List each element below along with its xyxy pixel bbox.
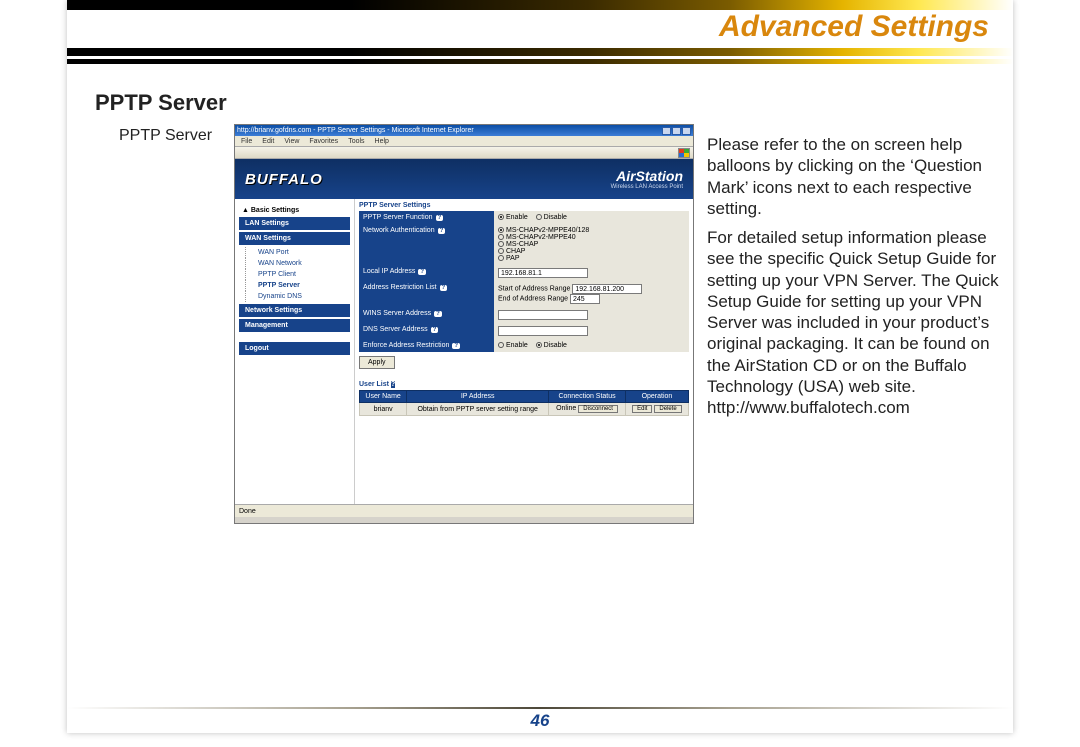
cell-status: Online Disconnect [549, 403, 626, 416]
help-icon[interactable]: ? [418, 269, 426, 275]
windows-flag-icon [678, 148, 690, 158]
sidebar-item-network[interactable]: Network Settings [239, 304, 350, 317]
section-heading: PPTP Server [95, 90, 227, 116]
product-title: AirStation [611, 168, 683, 184]
apply-button[interactable]: Apply [359, 356, 395, 369]
sidebar-heading[interactable]: ▲ Basic Settings [242, 207, 350, 214]
table-row: brianv Obtain from PPTP server setting r… [360, 403, 689, 416]
row-label-enforce: Enforce Address Restriction? [359, 339, 494, 352]
help-icon[interactable]: ? [434, 311, 442, 317]
input-local-ip[interactable] [498, 268, 588, 278]
page-number: 46 [67, 711, 1013, 731]
menu-bar: File Edit View Favorites Tools Help [235, 136, 693, 147]
router-content: ▲ Basic Settings LAN Settings WAN Settin… [235, 199, 693, 504]
settings-table: PPTP Server Function? Enable Disable Net… [359, 211, 689, 352]
cell-username: brianv [360, 403, 407, 416]
row-value-auth: MS-CHAPv2-MPPE40/128 MS-CHAPv2-MPPE40 MS… [494, 224, 689, 265]
radio-auth-3[interactable] [498, 241, 504, 247]
sidebar-item-lan[interactable]: LAN Settings [239, 217, 350, 230]
radio-enable[interactable] [498, 214, 504, 220]
window-titlebar: http://brianv.gofdns.com - PPTP Server S… [235, 125, 693, 136]
help-icon[interactable]: ? [431, 327, 439, 333]
menu-item[interactable]: File [241, 138, 252, 145]
radio-disable[interactable] [536, 214, 542, 220]
menu-item[interactable]: Edit [262, 138, 274, 145]
help-icon[interactable]: ? [440, 285, 448, 291]
row-value-restrict: Start of Address Range End of Address Ra… [494, 281, 689, 307]
browser-statusbar: Done [235, 504, 693, 517]
input-start-range[interactable] [572, 284, 642, 294]
sidebar-sub-dynamic-dns[interactable]: Dynamic DNS [245, 291, 350, 302]
window-buttons [662, 127, 691, 135]
menu-item[interactable]: Tools [348, 138, 364, 145]
radio-enforce-disable[interactable] [536, 342, 542, 348]
status-text: Done [239, 508, 256, 515]
radio-auth-1[interactable] [498, 227, 504, 233]
menu-item[interactable]: View [284, 138, 299, 145]
manual-page: Advanced Settings PPTP Server PPTP Serve… [67, 0, 1013, 733]
col-ip: IP Address [407, 391, 549, 403]
userlist-title: User List ? [359, 381, 689, 388]
row-label-restrict: Address Restriction List? [359, 281, 494, 307]
panel-title: PPTP Server Settings [359, 202, 689, 209]
sidebar-item-wan[interactable]: WAN Settings [239, 232, 350, 245]
disconnect-button[interactable]: Disconnect [578, 405, 618, 413]
sidebar-item-logout[interactable]: Logout [239, 342, 350, 355]
menu-item[interactable]: Help [375, 138, 389, 145]
body-text: Please refer to the on screen help ballo… [707, 134, 1003, 426]
sidebar-sub-pptp-server[interactable]: PPTP Server [245, 280, 350, 291]
product-subtitle: Wireless LAN Access Point [611, 184, 683, 190]
paragraph: For detailed setup information please se… [707, 227, 1003, 418]
radio-enforce-enable[interactable] [498, 342, 504, 348]
decorative-stripe [67, 59, 1013, 64]
router-sidebar: ▲ Basic Settings LAN Settings WAN Settin… [235, 199, 355, 504]
input-dns[interactable] [498, 326, 588, 336]
row-value-function: Enable Disable [494, 211, 689, 224]
radio-auth-2[interactable] [498, 234, 504, 240]
close-button[interactable] [682, 127, 691, 135]
sidebar-sub-wan-port[interactable]: WAN Port [245, 247, 350, 258]
embedded-screenshot: http://brianv.gofdns.com - PPTP Server S… [234, 124, 694, 524]
decorative-stripe [67, 0, 1013, 10]
row-label-function: PPTP Server Function? [359, 211, 494, 224]
help-icon[interactable]: ? [391, 381, 395, 388]
decorative-rule [67, 707, 1013, 709]
row-label-wins: WINS Server Address? [359, 307, 494, 323]
product-name: AirStation Wireless LAN Access Point [611, 168, 683, 190]
user-list-table: User Name IP Address Connection Status O… [359, 390, 689, 416]
paragraph: Please refer to the on screen help ballo… [707, 134, 1003, 219]
help-icon[interactable]: ? [436, 215, 444, 221]
row-label-dns: DNS Server Address? [359, 323, 494, 339]
maximize-button[interactable] [672, 127, 681, 135]
decorative-stripe [67, 48, 1013, 56]
cell-operation: Edit Delete [625, 403, 688, 416]
col-status: Connection Status [549, 391, 626, 403]
menu-item[interactable]: Favorites [309, 138, 338, 145]
input-wins[interactable] [498, 310, 588, 320]
sidebar-item-management[interactable]: Management [239, 319, 350, 332]
delete-button[interactable]: Delete [654, 405, 681, 413]
help-icon[interactable]: ? [452, 343, 460, 349]
minimize-button[interactable] [662, 127, 671, 135]
row-label-auth: Network Authentication? [359, 224, 494, 265]
help-icon[interactable]: ? [438, 228, 446, 234]
cell-ip: Obtain from PPTP server setting range [407, 403, 549, 416]
radio-auth-4[interactable] [498, 248, 504, 254]
col-username: User Name [360, 391, 407, 403]
row-label-localip: Local IP Address? [359, 265, 494, 281]
input-end-range[interactable] [570, 294, 600, 304]
radio-auth-5[interactable] [498, 255, 504, 261]
router-header: BUFFALO AirStation Wireless LAN Access P… [235, 159, 693, 199]
chapter-title: Advanced Settings [719, 10, 989, 44]
sidebar-sub-pptp-client[interactable]: PPTP Client [245, 269, 350, 280]
brand-logo: BUFFALO [245, 171, 323, 188]
col-operation: Operation [625, 391, 688, 403]
window-title: http://brianv.gofdns.com - PPTP Server S… [237, 127, 474, 134]
sidebar-sub-wan-network[interactable]: WAN Network [245, 258, 350, 269]
browser-toolbar [235, 147, 693, 159]
screenshot-caption: PPTP Server [119, 127, 212, 145]
edit-button[interactable]: Edit [632, 405, 652, 413]
row-value-enforce: Enable Disable [494, 339, 689, 352]
router-main: PPTP Server Settings PPTP Server Functio… [355, 199, 693, 504]
